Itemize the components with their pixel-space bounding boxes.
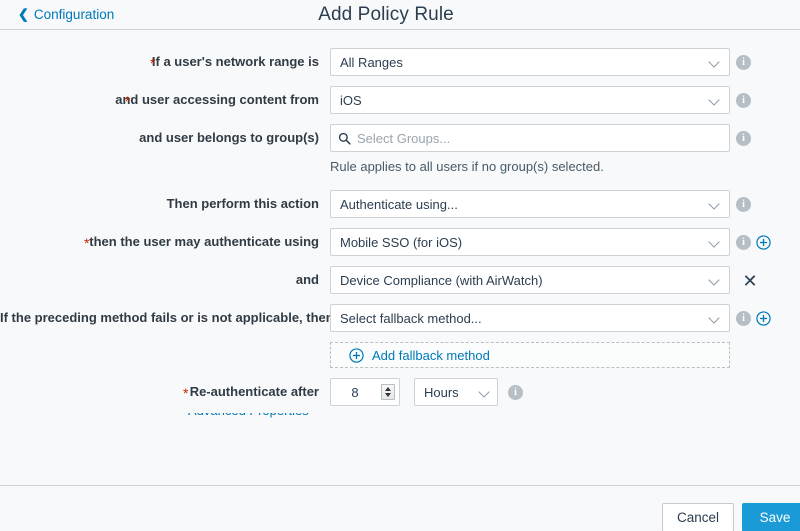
action-value: Authenticate using... [340,196,458,212]
back-to-configuration-link[interactable]: ❮ Configuration [18,7,114,22]
form-row-auth-method-primary: * then the user may authenticate using M… [0,228,800,258]
back-link-label: Configuration [33,7,115,22]
add-auth-method-icon[interactable] [756,235,771,250]
form-row-action: Then perform this action Authenticate us… [0,190,800,220]
info-icon[interactable]: i [736,235,751,250]
groups-hint-text: Rule applies to all users if no group(s)… [330,159,604,174]
field-label: * Re-authenticate after [183,384,319,401]
field-label: * then the user may authenticate using [84,234,319,251]
info-icon[interactable]: i [736,131,751,146]
field-label: and [295,272,319,287]
advanced-properties-link[interactable]: Advanced Properties [188,413,309,418]
required-asterisk: * [125,93,131,109]
policy-rule-form: * If a user's network range is All Range… [0,30,800,425]
chevron-left-icon: ❮ [18,6,29,22]
form-row-auth-method-secondary: and Device Compliance (with AirWatch) ✕ [0,266,800,296]
auth-method-primary-value: Mobile SSO (for iOS) [340,234,463,250]
reauth-unit-value: Hours [424,384,459,400]
add-fallback-method-icon[interactable] [756,311,771,326]
plus-circle-icon [349,347,364,363]
fallback-method-select[interactable]: Select fallback method... [330,304,730,332]
search-icon [338,132,351,145]
auth-method-secondary-select[interactable]: Device Compliance (with AirWatch) [330,266,730,294]
info-icon[interactable]: i [508,385,523,400]
chevron-down-icon [709,56,721,68]
field-label: and user belongs to group(s) [139,130,319,145]
advanced-properties-row: Advanced Properties [0,413,800,425]
device-type-select[interactable]: iOS [330,86,730,114]
chevron-down-icon [479,386,491,398]
select-groups-field[interactable]: Select Groups... [330,124,730,152]
cancel-button[interactable]: Cancel [661,503,734,531]
info-icon[interactable]: i [736,197,751,212]
device-type-value: iOS [340,92,362,108]
stepper-arrows[interactable] [381,384,395,400]
chevron-down-icon [709,94,721,106]
required-asterisk: * [183,385,189,401]
add-fallback-method-label: Add fallback method [372,347,490,363]
field-label: * If a user's network range is [150,54,319,71]
info-icon[interactable]: i [736,93,751,108]
page-title: Add Policy Rule [318,3,454,25]
fallback-method-value: Select fallback method... [340,310,482,326]
action-select[interactable]: Authenticate using... [330,190,730,218]
form-row-device-type: * and user accessing content from iOS i [0,86,800,116]
remove-auth-method-icon[interactable]: ✕ [740,271,760,291]
add-fallback-method-button[interactable]: Add fallback method [330,342,730,368]
stepper-up-icon[interactable] [385,387,391,391]
auth-method-primary-select[interactable]: Mobile SSO (for iOS) [330,228,730,256]
chevron-down-icon [709,274,721,286]
reauth-value-stepper[interactable]: 8 [330,378,400,406]
select-groups-placeholder: Select Groups... [357,130,451,146]
form-row-network-range: * If a user's network range is All Range… [0,48,800,78]
network-range-select[interactable]: All Ranges [330,48,730,76]
chevron-down-icon [709,312,721,324]
field-label: * and user accessing content from [115,92,319,109]
reauth-value: 8 [351,384,359,400]
required-asterisk: * [150,55,156,71]
dialog-footer: Cancel Save [0,485,800,531]
form-row-reauthenticate: * Re-authenticate after 8 Hours i [0,378,800,408]
auth-method-secondary-value: Device Compliance (with AirWatch) [340,272,543,288]
chevron-down-icon [709,236,721,248]
stepper-down-icon[interactable] [385,393,391,397]
field-label: Then perform this action [166,196,319,211]
required-asterisk: * [84,235,90,251]
save-button[interactable]: Save [742,503,800,531]
form-row-fallback-method: If the preceding method fails or is not … [0,304,800,334]
reauth-unit-select[interactable]: Hours [414,378,498,406]
top-bar: ❮ Configuration Add Policy Rule [0,0,800,30]
info-icon[interactable]: i [736,55,751,70]
add-fallback-row: Add fallback method [0,336,800,368]
network-range-value: All Ranges [340,54,403,70]
form-row-groups: and user belongs to group(s) Select Grou… [0,124,800,154]
chevron-down-icon [709,198,721,210]
field-label: If the preceding method fails or is not … [0,310,334,325]
groups-hint-row: Rule applies to all users if no group(s)… [0,158,800,174]
info-icon[interactable]: i [736,311,751,326]
